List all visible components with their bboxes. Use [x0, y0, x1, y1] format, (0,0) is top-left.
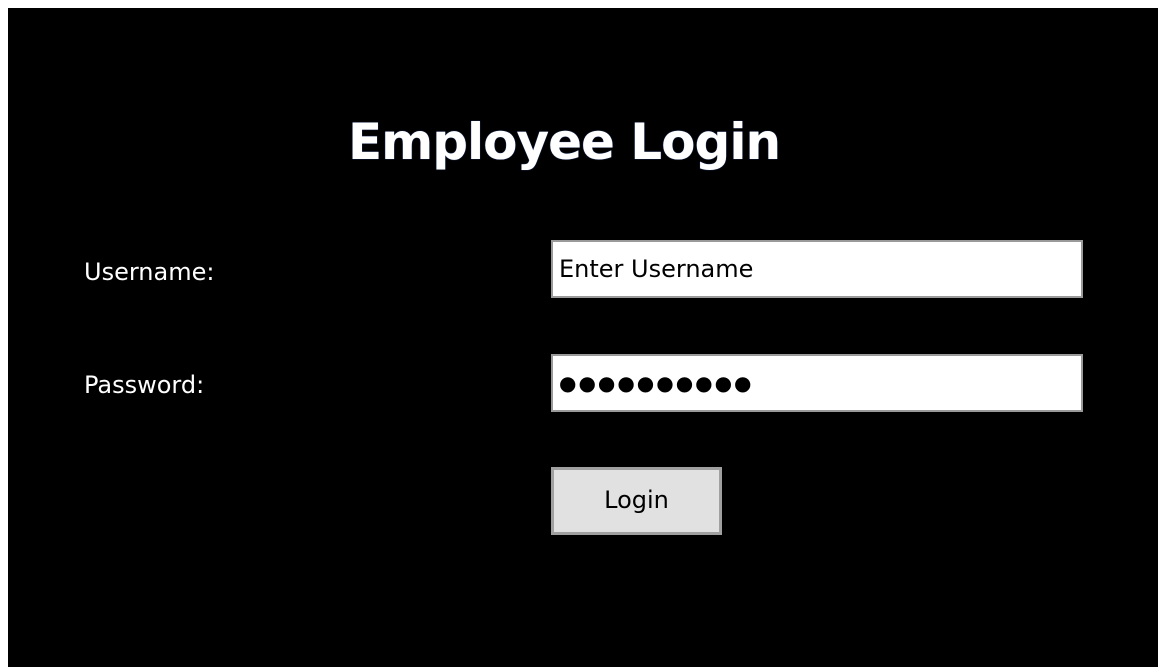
password-input[interactable] — [551, 354, 1083, 412]
username-input[interactable] — [551, 240, 1083, 298]
page-title: Employee Login — [347, 113, 781, 171]
login-button[interactable]: Login — [551, 467, 722, 535]
username-label: Username: — [84, 258, 215, 286]
password-label: Password: — [84, 371, 205, 399]
login-window: Employee Login Username: Password: Login — [8, 8, 1158, 667]
